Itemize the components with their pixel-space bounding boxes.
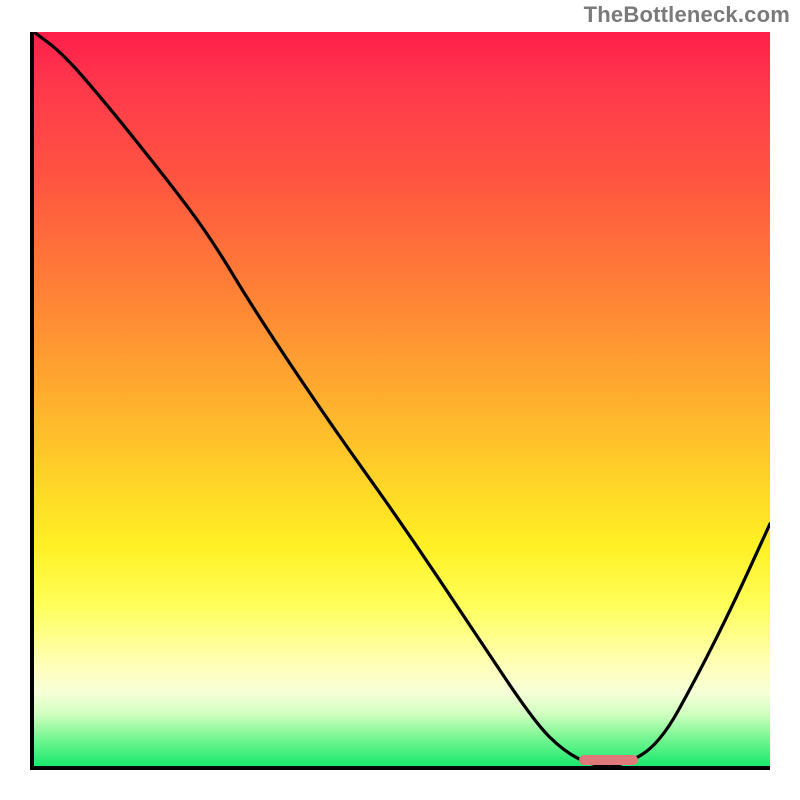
watermark-text: TheBottleneck.com (584, 2, 790, 28)
chart-frame: TheBottleneck.com (0, 0, 800, 800)
optimal-range-marker (579, 755, 638, 765)
curve-layer (34, 32, 770, 766)
plot-area (30, 32, 770, 770)
bottleneck-curve-path (34, 32, 770, 766)
